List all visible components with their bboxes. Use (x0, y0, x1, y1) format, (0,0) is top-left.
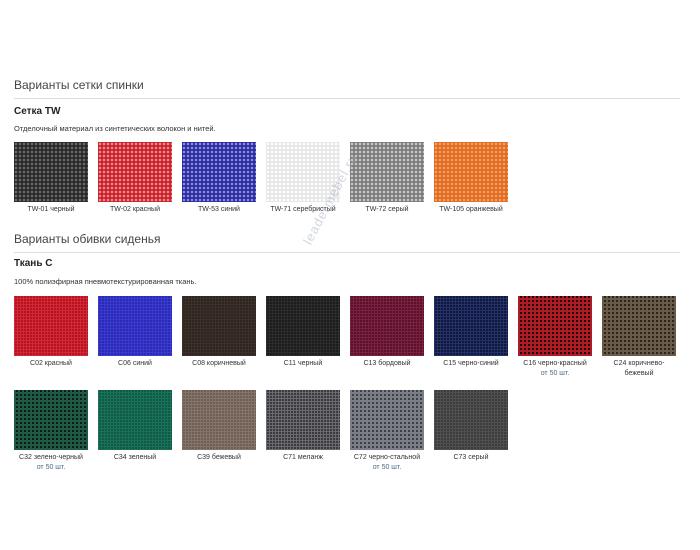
swatch-item[interactable]: С72 черно-стальной от 50 шт. (350, 390, 424, 473)
swatch-label: TW-02 красный (110, 206, 160, 213)
swatch-image[interactable] (182, 390, 256, 450)
swatch-image[interactable] (350, 142, 424, 202)
swatch-image[interactable] (98, 296, 172, 356)
swatch-image[interactable] (518, 296, 592, 356)
swatch-image[interactable] (182, 142, 256, 202)
swatch-label: TW-53 синий (198, 206, 240, 213)
swatch-item[interactable]: С08 коричневый (182, 296, 256, 379)
back-description: Отделочный материал из синтетических вол… (14, 124, 216, 133)
swatch-item[interactable]: С16 черно-красный от 50 шт. (518, 296, 592, 379)
swatch-label: С39 бежевый (197, 454, 241, 461)
swatch-item[interactable]: С24 коричнево-бежевый (602, 296, 676, 379)
swatch-image[interactable] (182, 296, 256, 356)
swatch-label: С06 синий (118, 360, 152, 367)
swatch-label: С73 серый (453, 454, 489, 461)
swatch-image[interactable] (350, 296, 424, 356)
swatch-label: С34 зеленый (113, 454, 157, 461)
swatch-label: С02 красный (30, 360, 72, 367)
swatch-item[interactable]: С02 красный (14, 296, 88, 379)
swatch-label: TW-105 оранжевый (439, 206, 503, 213)
swatch-label: С11 черный (283, 360, 323, 367)
swatch-image[interactable] (602, 296, 676, 356)
swatch-item[interactable]: С15 черно-синий (434, 296, 508, 379)
swatch-image[interactable] (14, 296, 88, 356)
swatch-min-order-note: от 50 шт. (540, 370, 570, 377)
swatch-item[interactable]: С06 синий (98, 296, 172, 379)
swatch-image[interactable] (350, 390, 424, 450)
swatch-label: С15 черно-синий (443, 360, 499, 367)
swatch-image[interactable] (14, 142, 88, 202)
swatch-item[interactable]: С11 черный (266, 296, 340, 379)
swatch-item[interactable]: С34 зеленый (98, 390, 172, 473)
swatch-item[interactable]: TW-02 красный (98, 142, 172, 215)
swatch-image[interactable] (434, 296, 508, 356)
swatch-item[interactable]: TW-72 серый (350, 142, 424, 215)
swatch-image[interactable] (98, 390, 172, 450)
swatch-label: TW-72 серый (365, 206, 409, 213)
swatch-item[interactable]: TW-01 черный (14, 142, 88, 215)
swatch-label: С72 черно-стальной (353, 454, 421, 461)
swatch-label: С32 зелено-черный (19, 454, 83, 461)
seat-swatch-row-2: С32 зелено-черный от 50 шт. С34 зеленый С39… (14, 390, 518, 473)
swatch-label: С24 коричнево-бежевый (613, 360, 665, 377)
swatch-item[interactable]: С73 серый (434, 390, 508, 473)
swatch-item[interactable]: С71 меланж (266, 390, 340, 473)
back-subtitle: Сетка TW (14, 106, 61, 117)
swatch-item[interactable]: TW-105 оранжевый (434, 142, 508, 215)
swatch-image[interactable] (98, 142, 172, 202)
swatch-item[interactable]: С39 бежевый (182, 390, 256, 473)
swatch-item[interactable]: С13 бордовый (350, 296, 424, 379)
swatch-image[interactable] (434, 390, 508, 450)
swatch-label: С71 меланж (283, 454, 323, 461)
back-swatch-row: TW-01 черный TW-02 красный TW-53 синий TW-7… (14, 142, 518, 215)
seat-section-title: Варианты обивки сиденья (14, 232, 680, 253)
swatch-label: TW-01 черный (27, 206, 75, 213)
swatch-label: С08 коричневый (192, 360, 246, 367)
swatch-image[interactable] (434, 142, 508, 202)
swatch-min-order-note: от 50 шт. (372, 464, 402, 471)
seat-description: 100% полиэфирная пневмотекстурированная … (14, 277, 197, 286)
seat-subtitle: Ткань С (14, 258, 53, 269)
seat-swatch-row-1: С02 красный С06 синий С08 коричневый С11 че… (14, 296, 686, 379)
swatch-image[interactable] (14, 390, 88, 450)
swatch-item[interactable]: TW-53 синий (182, 142, 256, 215)
swatch-label: С16 черно-красный (523, 360, 587, 367)
swatch-image[interactable] (266, 390, 340, 450)
swatch-min-order-note: от 50 шт. (36, 464, 66, 471)
swatch-label: С13 бордовый (363, 360, 411, 367)
back-section-title: Варианты сетки спинки (14, 78, 680, 99)
swatch-item[interactable]: С32 зелено-черный от 50 шт. (14, 390, 88, 473)
swatch-image[interactable] (266, 296, 340, 356)
